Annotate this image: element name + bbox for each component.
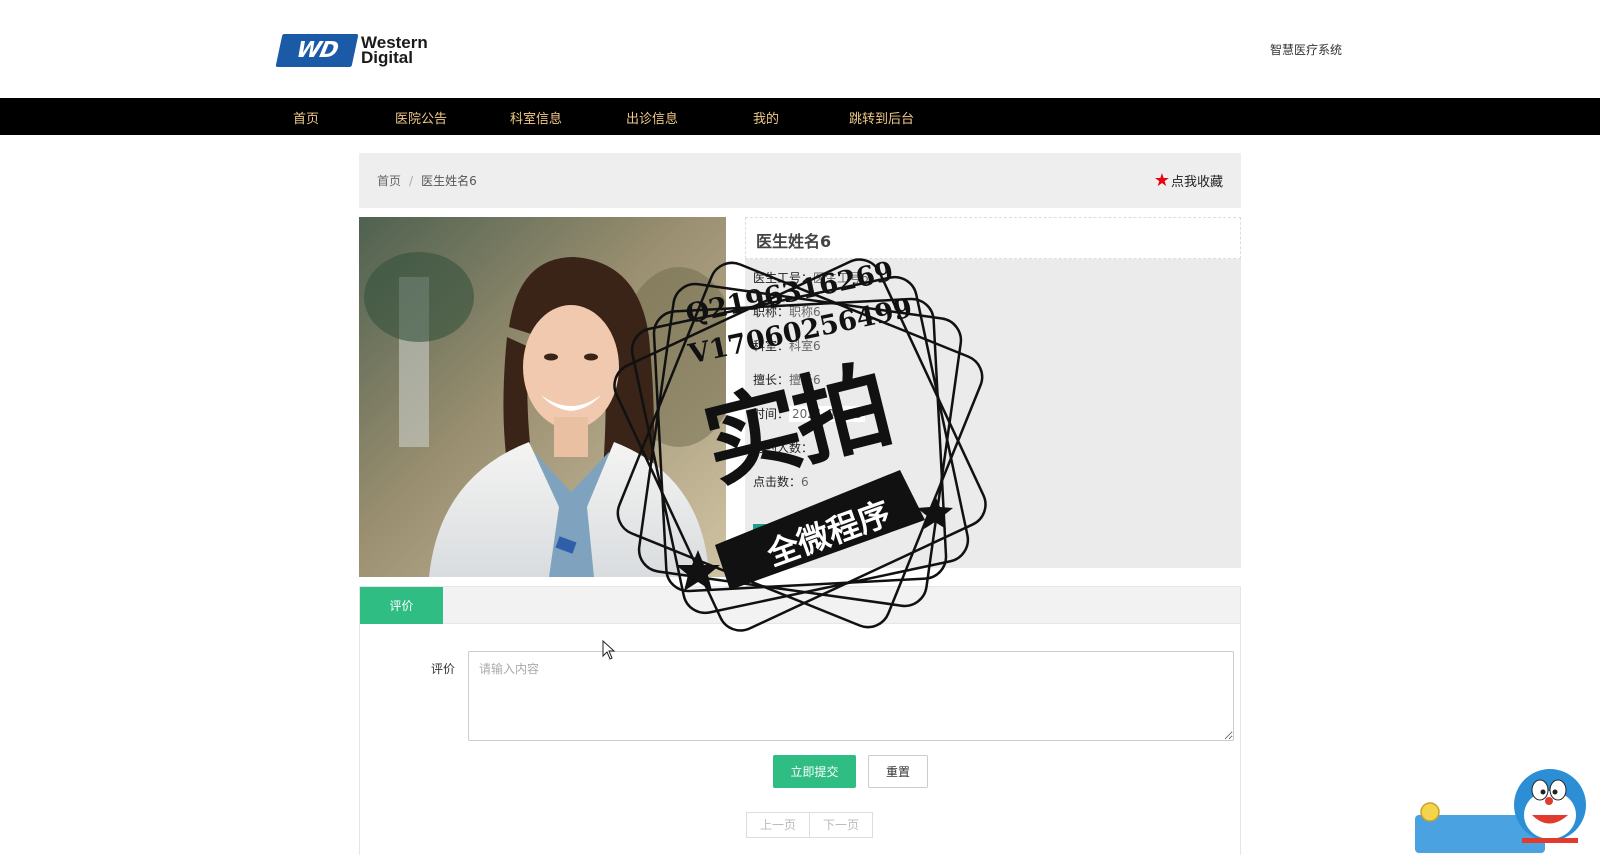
prev-page-button[interactable]: 上一页 bbox=[746, 812, 811, 838]
info-row-time: 时间： 2021-03-08 bbox=[753, 405, 865, 422]
review-tabbar: 评价 bbox=[360, 587, 1240, 624]
info-label: 时间： bbox=[753, 407, 790, 421]
nav-item-mine[interactable]: 我的 bbox=[753, 108, 779, 127]
doctor-name: 医生姓名6 bbox=[756, 232, 832, 251]
nav-item-announcements[interactable]: 医院公告 bbox=[395, 108, 447, 127]
doctor-name-box: 医生姓名6 bbox=[745, 217, 1241, 259]
main-nav: 首页 医院公告 科室信息 出诊信息 我的 跳转到后台 bbox=[0, 98, 1600, 135]
info-value: 职称6 bbox=[789, 305, 821, 319]
submit-button[interactable]: 立即提交 bbox=[773, 755, 856, 788]
info-value: 6 bbox=[801, 475, 809, 489]
info-row-id: 医生工号：医生工号6 bbox=[753, 269, 869, 286]
info-row-capacity: 可约人数： bbox=[753, 439, 813, 456]
favorite-button[interactable]: ★ 点我收藏 bbox=[1154, 171, 1223, 190]
breadcrumb-current: 医生姓名6 bbox=[421, 174, 477, 188]
breadcrumb-separator: / bbox=[409, 174, 414, 188]
info-label: 擅长： bbox=[753, 373, 790, 387]
doctor-photo bbox=[359, 217, 726, 577]
logo-line-2: Digital bbox=[361, 48, 413, 67]
doctor-info: 医生工号：医生工号6 职称：职称6 科室：科室6 擅长：擅长6 时间： 2021-… bbox=[745, 259, 1241, 568]
mouse-cursor-icon bbox=[602, 640, 616, 660]
site-name: 智慧医疗系统 bbox=[1269, 43, 1342, 57]
info-value: 擅长6 bbox=[789, 373, 821, 387]
mascot-icon bbox=[1415, 769, 1586, 853]
info-value: 2021-03-08 bbox=[789, 406, 865, 422]
page: WD Western Digital 智慧医疗系统 首页 医院公告 科室信息 出… bbox=[0, 0, 1600, 855]
info-row-clicks: 点击数：6 bbox=[753, 473, 809, 490]
favorite-label: 点我收藏 bbox=[1170, 175, 1223, 190]
info-row-specialty: 擅长：擅长6 bbox=[753, 371, 821, 388]
top-header: WD Western Digital 智慧医疗系统 bbox=[0, 0, 1600, 98]
breadcrumb-bar: 首页 / 医生姓名6 ★ 点我收藏 bbox=[359, 153, 1241, 208]
review-textarea[interactable] bbox=[468, 651, 1234, 741]
review-section: 评价 评价 立即提交 重置 上一页 下一页 bbox=[359, 586, 1241, 855]
info-label: 职称： bbox=[753, 305, 790, 319]
info-row-title: 职称：职称6 bbox=[753, 303, 821, 320]
review-field-label: 评价 bbox=[431, 662, 456, 676]
info-label: 点击数： bbox=[753, 475, 802, 489]
info-label: 可约人数： bbox=[753, 441, 814, 455]
breadcrumb: 首页 / 医生姓名6 bbox=[377, 172, 477, 189]
tab-review[interactable]: 评价 bbox=[360, 587, 443, 624]
info-label: 医生工号： bbox=[753, 271, 814, 285]
info-row-department: 科室：科室6 bbox=[753, 337, 821, 354]
nav-item-admin[interactable]: 跳转到后台 bbox=[849, 108, 914, 127]
star-icon: ★ bbox=[1153, 169, 1170, 191]
breadcrumb-home[interactable]: 首页 bbox=[377, 174, 401, 188]
book-button[interactable] bbox=[753, 524, 807, 552]
next-page-button[interactable]: 下一页 bbox=[810, 812, 874, 838]
logo-mark: WD bbox=[275, 33, 359, 67]
logo[interactable]: WD Western Digital bbox=[275, 32, 449, 68]
nav-item-departments[interactable]: 科室信息 bbox=[510, 108, 562, 127]
info-value: 医生工号6 bbox=[813, 271, 869, 285]
info-label: 科室： bbox=[753, 339, 790, 353]
nav-item-home[interactable]: 首页 bbox=[293, 108, 319, 127]
pagination: 上一页 下一页 bbox=[746, 812, 874, 838]
info-value: 科室6 bbox=[789, 339, 821, 353]
reset-button[interactable]: 重置 bbox=[868, 755, 928, 788]
nav-item-schedule[interactable]: 出诊信息 bbox=[626, 108, 678, 127]
logo-text: Western Digital bbox=[361, 34, 428, 67]
